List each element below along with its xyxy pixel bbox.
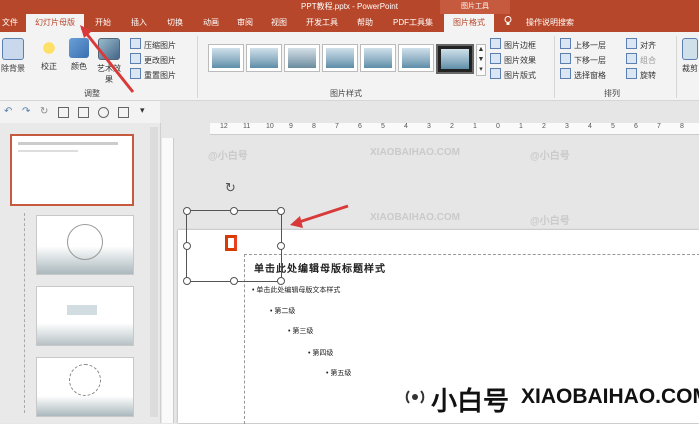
- brand-site: XIAOBAIHAO.COM: [521, 385, 699, 408]
- annotation-arrows: [80, 25, 349, 228]
- arrow-to-selected-picture: [295, 204, 349, 225]
- arrow-to-slide-master-tab: [80, 27, 135, 93]
- brand-banner: 小白号 XIAOBAIHAO.COM: [399, 372, 699, 423]
- arrow-head: [290, 216, 303, 228]
- signal-icon: [405, 390, 425, 404]
- brand-name: 小白号: [431, 386, 510, 416]
